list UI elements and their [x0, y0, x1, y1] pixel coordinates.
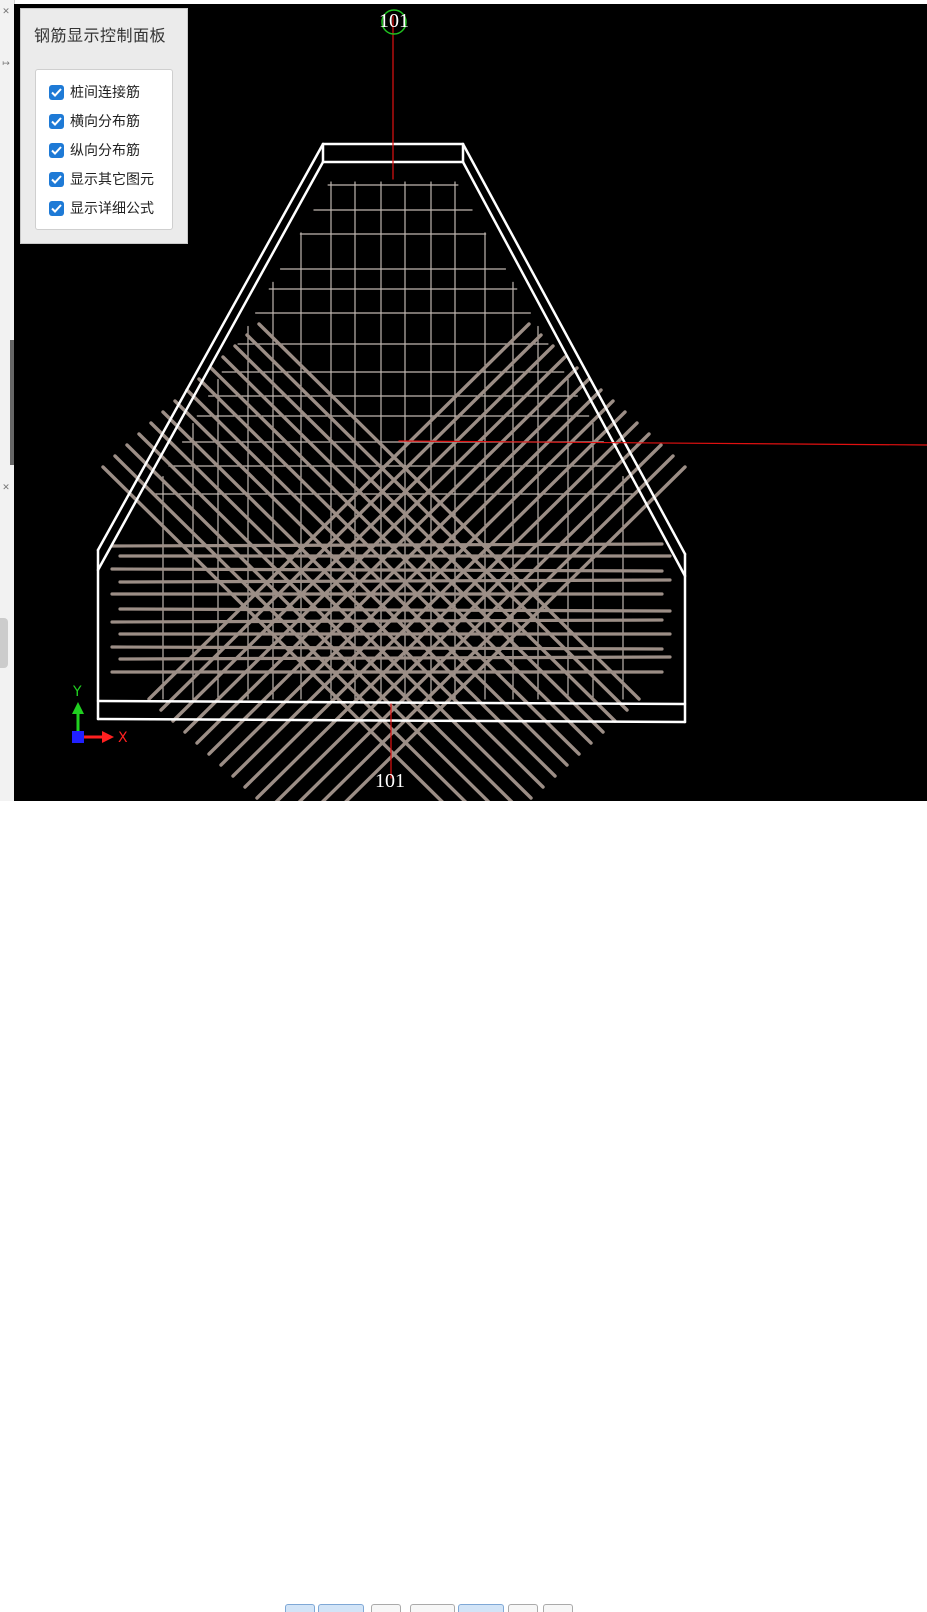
close-icon[interactable]: ✕ [0, 6, 12, 18]
thick-diagonal-rebar [185, 388, 569, 767]
panel-options-box: 桩间连接筋 横向分布筋 纵向分布筋 显示其它图元 显示详细公式 [35, 69, 173, 230]
checkbox-checked-icon[interactable] [49, 171, 64, 187]
scroll-handle[interactable] [0, 618, 8, 668]
gizmo-y-label: Y [73, 684, 82, 700]
thick-diagonal-rebar [197, 377, 581, 756]
checkbox-checked-icon[interactable] [49, 84, 64, 100]
axis-label-bottom: 101 [375, 770, 405, 792]
gizmo-x-arrowhead [102, 731, 114, 743]
thick-diagonal-rebar [147, 322, 531, 701]
bottom-toolbar [0, 801, 927, 1612]
option-show-other-elements[interactable]: 显示其它图元 [49, 169, 154, 189]
thick-diagonal-rebar [161, 410, 545, 789]
toolbar-button-4[interactable] [410, 1604, 455, 1612]
thick-diagonal-rebar [171, 344, 555, 723]
option-pile-connection-rebar[interactable]: 桩间连接筋 [49, 82, 140, 102]
thick-diagonal-rebar [233, 344, 617, 723]
option-longitudinal-rebar[interactable]: 纵向分布筋 [49, 140, 140, 160]
toolbar-button-1[interactable] [285, 1604, 315, 1612]
toolbar-button-7[interactable] [543, 1604, 573, 1612]
checkbox-checked-icon[interactable] [49, 142, 64, 158]
thick-transverse-rebar [118, 655, 672, 661]
toolbar-button-2[interactable] [318, 1604, 364, 1612]
left-side-strip: ✕ ↦ ✕ [0, 0, 15, 810]
option-label: 桩间连接筋 [70, 85, 140, 101]
axis-marker-top[interactable]: 101 [376, 8, 412, 36]
arrow-icon[interactable]: ↦ [0, 58, 12, 70]
option-label: 显示其它图元 [70, 172, 154, 188]
close-icon-2[interactable]: ✕ [0, 482, 12, 494]
thick-transverse-rebar [118, 607, 672, 613]
toolbar-button-5[interactable] [458, 1604, 504, 1612]
option-label: 纵向分布筋 [70, 143, 140, 159]
thick-diagonal-rebar [219, 388, 603, 767]
checkbox-checked-icon[interactable] [49, 113, 64, 129]
gizmo-y-arrowhead [72, 702, 84, 714]
axis-label-top: 101 [379, 10, 409, 32]
option-show-detailed-formula[interactable]: 显示详细公式 [49, 198, 154, 218]
axis-gizmo [72, 702, 114, 743]
option-label: 显示详细公式 [70, 201, 154, 217]
panel-title: 钢筋显示控制面板 [34, 26, 167, 45]
thick-diagonal-rebar [257, 322, 641, 701]
gizmo-z-box [72, 731, 84, 743]
thick-transverse-rebar [110, 542, 664, 548]
option-transverse-rebar[interactable]: 横向分布筋 [49, 111, 140, 131]
axis-marker-bottom[interactable]: 101 [372, 770, 408, 798]
toolbar-button-6[interactable] [508, 1604, 538, 1612]
thick-diagonal-rebar [245, 333, 629, 712]
rebar-display-control-panel: 钢筋显示控制面板 桩间连接筋 横向分布筋 纵向分布筋 显示其它图元 显示详细公式 [20, 8, 188, 244]
option-label: 横向分布筋 [70, 114, 140, 130]
gizmo-x-label: X [118, 730, 128, 746]
thick-transverse-rebar [118, 578, 672, 584]
thick-diagonal-rebar [207, 377, 591, 756]
checkbox-checked-icon[interactable] [49, 200, 64, 216]
axis-lines [390, 15, 927, 779]
toolbar-button-3[interactable] [371, 1604, 401, 1612]
